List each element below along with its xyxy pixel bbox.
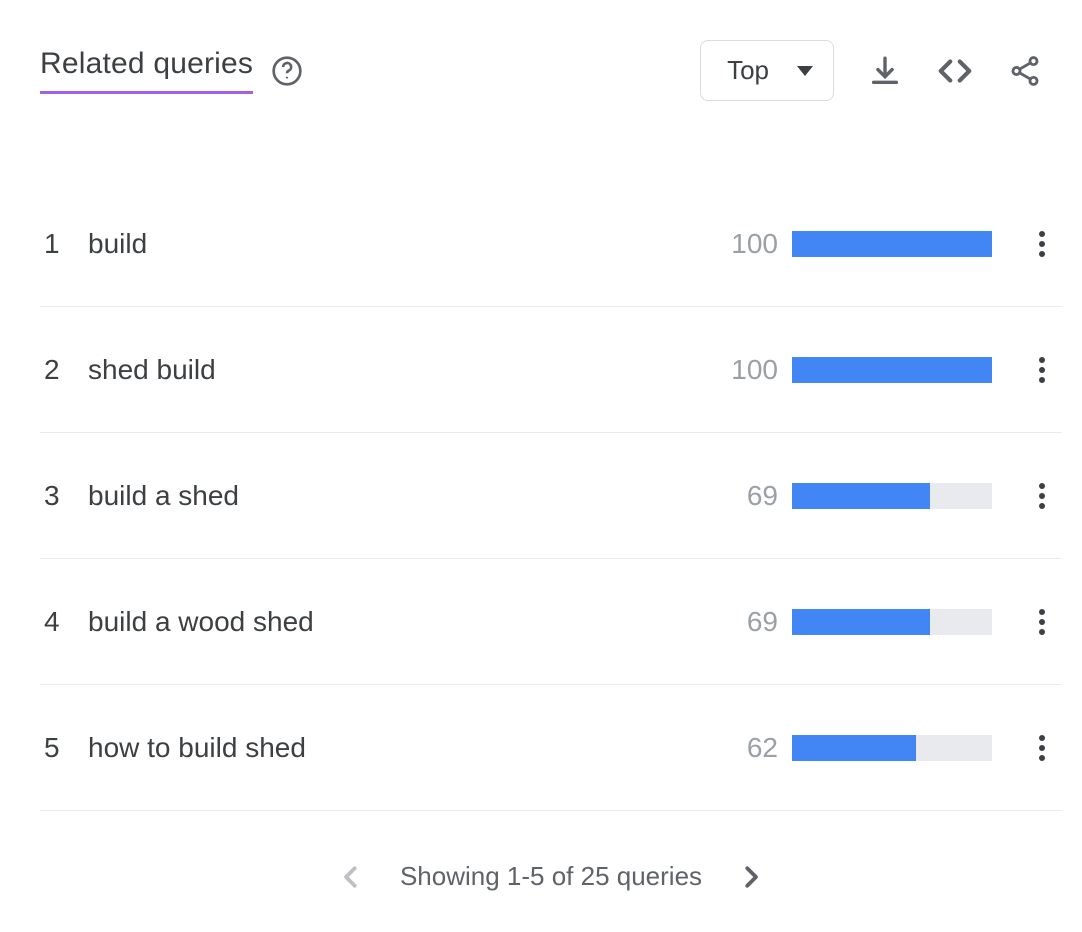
more-options-icon[interactable] [1022, 481, 1062, 511]
pager-next-icon[interactable] [736, 862, 766, 892]
query-text: how to build shed [88, 732, 698, 764]
section-title: Related queries [40, 47, 253, 94]
query-rank: 5 [40, 732, 88, 764]
query-bar-fill [792, 231, 992, 257]
help-icon[interactable] [271, 55, 303, 87]
query-text: shed build [88, 354, 698, 386]
more-options-icon[interactable] [1022, 733, 1062, 763]
query-bar [792, 231, 992, 257]
query-score: 100 [698, 354, 778, 386]
more-options-icon[interactable] [1022, 355, 1062, 385]
query-bar-fill [792, 357, 992, 383]
sort-dropdown[interactable]: Top [700, 40, 834, 101]
query-score: 69 [698, 606, 778, 638]
query-row[interactable]: 5 how to build shed 62 [40, 685, 1062, 811]
query-score: 100 [698, 228, 778, 260]
chevron-down-icon [797, 66, 813, 76]
query-rank: 1 [40, 228, 88, 260]
more-options-icon[interactable] [1022, 229, 1062, 259]
query-rank: 3 [40, 480, 88, 512]
query-bar [792, 357, 992, 383]
query-row[interactable]: 2 shed build 100 [40, 307, 1062, 433]
query-bar-fill [792, 609, 930, 635]
query-rank: 2 [40, 354, 88, 386]
query-rank: 4 [40, 606, 88, 638]
query-text: build a shed [88, 480, 698, 512]
query-bar [792, 609, 992, 635]
query-score: 69 [698, 480, 778, 512]
query-row[interactable]: 3 build a shed 69 [40, 433, 1062, 559]
query-bar-fill [792, 483, 930, 509]
sort-dropdown-label: Top [727, 55, 769, 86]
query-bar [792, 483, 992, 509]
pager: Showing 1-5 of 25 queries [40, 861, 1062, 892]
share-icon[interactable] [1008, 54, 1042, 88]
query-bar [792, 735, 992, 761]
query-text: build [88, 228, 698, 260]
query-row[interactable]: 1 build 100 [40, 181, 1062, 307]
pager-prev-icon[interactable] [336, 862, 366, 892]
query-score: 62 [698, 732, 778, 764]
query-bar-fill [792, 735, 916, 761]
query-text: build a wood shed [88, 606, 698, 638]
more-options-icon[interactable] [1022, 607, 1062, 637]
query-row[interactable]: 4 build a wood shed 69 [40, 559, 1062, 685]
pager-text: Showing 1-5 of 25 queries [400, 861, 702, 892]
download-icon[interactable] [868, 54, 902, 88]
embed-icon[interactable] [936, 52, 974, 90]
